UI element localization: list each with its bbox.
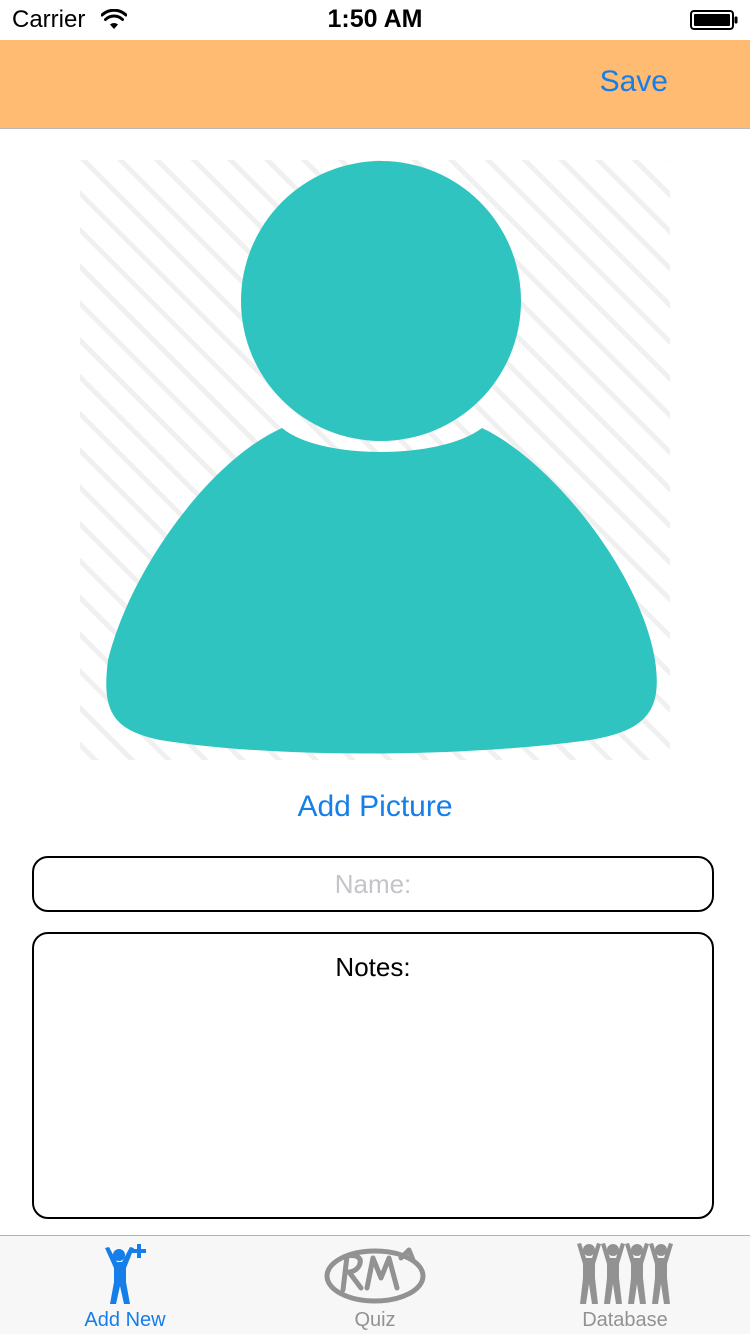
add-person-icon xyxy=(105,1244,146,1304)
tab-quiz[interactable]: Quiz xyxy=(250,1236,500,1334)
status-bar: Carrier 1:50 AM xyxy=(0,0,750,40)
tab-label: Database xyxy=(582,1309,668,1331)
tab-add-new[interactable]: Add New xyxy=(0,1236,250,1334)
person-placeholder-icon[interactable] xyxy=(80,160,670,760)
battery-icon xyxy=(690,10,738,30)
tab-database[interactable]: Database xyxy=(500,1236,750,1334)
screen: Carrier 1:50 AM Save Add Picture Name: N… xyxy=(0,0,750,1334)
add-picture-button[interactable]: Add Picture xyxy=(0,790,750,824)
navigation-bar: Save xyxy=(0,40,750,129)
save-button[interactable]: Save xyxy=(600,65,668,99)
notes-field[interactable]: Notes: xyxy=(32,932,714,1219)
tab-bar: Add New Quiz Database xyxy=(0,1235,750,1334)
notes-label: Notes: xyxy=(335,952,411,982)
tab-label: Add New xyxy=(84,1309,166,1331)
people-group-icon xyxy=(577,1243,673,1304)
tab-label: Quiz xyxy=(354,1309,396,1331)
status-time: 1:50 AM xyxy=(327,5,423,33)
rm-quiz-icon xyxy=(324,1247,426,1304)
name-field[interactable] xyxy=(32,856,714,912)
